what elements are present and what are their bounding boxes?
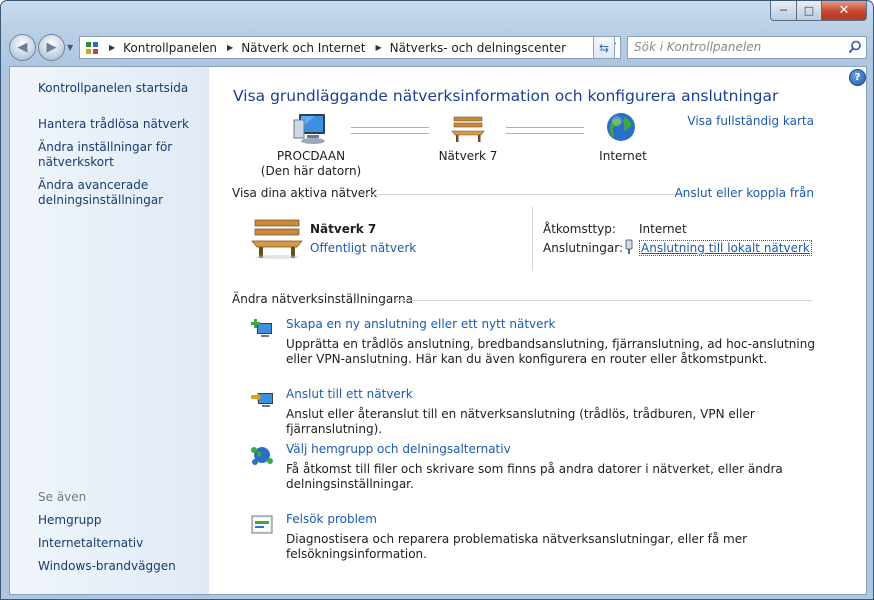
task-homegroup-description: Få åtkomst till filer och skrivare som f…: [286, 462, 783, 491]
address-bar[interactable]: ▶ Kontrollpanelen ▶ Nätverk och Internet ▶…: [79, 36, 621, 59]
sidebar-link-advanced-sharing[interactable]: Ändra avancerade delningsinställningar: [38, 178, 203, 208]
node-computer-sub: (Den här datorn): [260, 164, 362, 178]
maximize-button[interactable]: □: [797, 1, 822, 21]
window: ─ □ ✕ ◀ ▶ ▼ ▶ Kontrollpanelen ▶ Nätverk oc…: [0, 0, 874, 600]
task-troubleshoot-description: Diagnostisera och reparera problematiska…: [286, 532, 748, 561]
node-computer-name: PROCDAAN: [276, 149, 346, 163]
breadcrumb-separator-icon[interactable]: ▶: [375, 43, 381, 52]
forward-button[interactable]: ▶: [38, 34, 65, 61]
node-network-name: Nätverk 7: [438, 149, 498, 163]
search-placeholder[interactable]: Sök i Kontrollpanelen: [634, 40, 761, 54]
node-network: Nätverk 7: [426, 149, 510, 164]
breadcrumb-natverks-och-delningscenter[interactable]: Nätverks- och delningscenter: [390, 41, 567, 55]
task-homegroup-link[interactable]: Välj hemgrupp och delningsalternativ: [286, 442, 511, 456]
page-title: Visa grundläggande nätverksinformation o…: [233, 87, 779, 105]
task-connect-network-description: Anslut eller återanslut till en nätverks…: [286, 407, 755, 436]
node-internet-name: Internet: [599, 149, 647, 163]
network-type-link[interactable]: Offentligt nätverk: [310, 241, 416, 255]
bench-icon: [451, 116, 485, 142]
help-icon[interactable]: ?: [849, 69, 866, 86]
connection-line: [506, 127, 584, 134]
network-bench-icon: [251, 219, 303, 259]
ethernet-plug-icon: [625, 239, 633, 254]
task-new-connection-link[interactable]: Skapa en ny anslutning eller ett nytt nä…: [286, 317, 555, 331]
sidebar-link-manage-wireless[interactable]: Hantera trådlösa nätverk: [38, 117, 203, 132]
left-sidebar: Kontrollpanelen startsida Hantera trådlö…: [10, 67, 209, 594]
caption-buttons: ─ □ ✕: [770, 1, 867, 21]
connect-network-icon: [251, 392, 273, 407]
recent-pages-dropdown-icon[interactable]: ▼: [67, 43, 73, 52]
access-type-label: Åtkomsttyp:: [543, 222, 616, 236]
connections-label: Anslutningar:: [543, 241, 623, 255]
access-type-value: Internet: [639, 222, 687, 236]
control-panel-icon: [86, 41, 98, 54]
minimize-button[interactable]: ─: [770, 1, 797, 21]
search-box[interactable]: Sök i Kontrollpanelen: [627, 36, 867, 59]
breadcrumb-separator-icon[interactable]: ▶: [109, 43, 115, 52]
active-networks-heading: Visa dina aktiva nätverk: [232, 186, 378, 200]
refresh-button[interactable]: ⇆: [593, 36, 615, 59]
divider: [361, 194, 686, 195]
troubleshoot-icon: [251, 515, 273, 534]
local-area-connection-link[interactable]: Anslutning till lokalt nätverk: [639, 240, 812, 256]
node-internet: Internet: [581, 149, 665, 164]
internet-globe-icon: [607, 113, 635, 141]
task-new-connection-description: Upprätta en trådlös anslutning, bredband…: [286, 337, 815, 366]
computer-icon: [293, 114, 325, 144]
see-also-heading: Se även: [38, 490, 87, 504]
sidebar-link-adapter-settings[interactable]: Ändra inställningar för nätverkskort: [38, 140, 203, 170]
active-network-name: Nätverk 7: [310, 222, 377, 236]
sidebar-link-windows-firewall[interactable]: Windows-brandväggen: [38, 559, 203, 574]
breadcrumb-kontrollpanelen[interactable]: Kontrollpanelen: [123, 41, 217, 55]
sidebar-link-internet-options[interactable]: Internetalternativ: [38, 536, 203, 551]
new-connection-icon: [251, 319, 272, 337]
divider: [396, 300, 812, 301]
breadcrumb-natverk-och-internet[interactable]: Nätverk och Internet: [241, 41, 365, 55]
search-icon[interactable]: [848, 40, 862, 54]
task-connect-network-link[interactable]: Anslut till ett nätverk: [286, 387, 413, 401]
connect-disconnect-link[interactable]: Anslut eller koppla från: [675, 186, 814, 200]
full-map-link[interactable]: Visa fullständig karta: [687, 114, 814, 128]
back-button[interactable]: ◀: [9, 34, 36, 61]
sidebar-link-homegroup[interactable]: Hemgrupp: [38, 513, 203, 528]
divider: [532, 207, 533, 271]
navigation-bar: ◀ ▶ ▼ ▶ Kontrollpanelen ▶ Nätverk och Inte…: [9, 34, 867, 61]
connection-line: [351, 127, 429, 134]
task-troubleshoot-link[interactable]: Felsök problem: [286, 512, 377, 526]
breadcrumb-separator-icon[interactable]: ▶: [227, 43, 233, 52]
content-area: Kontrollpanelen startsida Hantera trådlö…: [9, 66, 867, 595]
close-button[interactable]: ✕: [822, 1, 867, 21]
change-settings-heading: Ändra nätverksinställningarna: [232, 292, 413, 306]
homegroup-icon: [251, 447, 273, 465]
main-panel: ? Visa grundläggande nätverksinformation…: [209, 67, 866, 594]
node-computer: PROCDAAN (Den här datorn): [259, 149, 363, 179]
sidebar-link-control-panel-home[interactable]: Kontrollpanelen startsida: [38, 81, 203, 96]
